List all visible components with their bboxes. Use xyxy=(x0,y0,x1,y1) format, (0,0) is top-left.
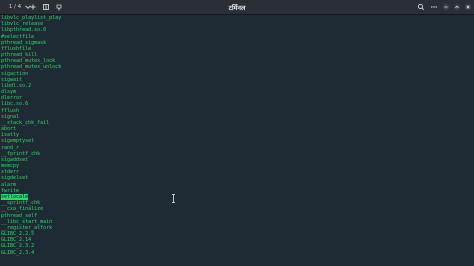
search-icon[interactable] xyxy=(415,0,427,14)
terminal-line-text: setlocale xyxy=(1,193,29,200)
terminal-output[interactable]: libvlc_playlist_play libvlc_release libpth… xyxy=(0,15,474,266)
terminal-line-text: stderr xyxy=(1,169,20,176)
terminal-line-text: signal xyxy=(1,113,20,120)
terminal-line-text: libdl.so.2 xyxy=(1,82,32,89)
terminal-line-text: pthread_sigmask xyxy=(1,39,47,46)
terminal-line-text: pthread_kill xyxy=(1,52,38,59)
titlebar: 1 / 4 टर्मिनल xyxy=(0,0,474,15)
split-view-icon[interactable] xyxy=(40,0,52,14)
terminal-line-text: pthread_mutex_unlock xyxy=(1,64,62,71)
terminal-line-text: GLIBC_2.2.5 xyxy=(1,231,35,238)
terminal-line-text: dlsym xyxy=(1,89,17,96)
terminal-line-text: abort xyxy=(1,126,17,133)
terminal-line-text: __fprintf_chk xyxy=(1,150,41,157)
terminal-line-text: sigaddset xyxy=(1,156,29,163)
terminal-line-text: __sprintf_chk xyxy=(1,200,41,207)
terminal-window: 1 / 4 टर्मिनल libvlc_playlist_play libvl… xyxy=(0,0,474,266)
text-cursor-icon xyxy=(172,194,175,203)
terminal-line: GLIBC_2.3.4 xyxy=(0,250,474,256)
terminal-line-text: libvlc_playlist_play xyxy=(1,15,62,21)
pin-icon[interactable] xyxy=(53,0,65,14)
terminal-line-text: fflushfile xyxy=(1,45,32,52)
terminal-line-text: __libc_start_main xyxy=(1,218,53,225)
terminal-line-text: fwrite xyxy=(1,187,20,194)
terminal-line-text: __register_atfork xyxy=(1,224,53,231)
terminal-line-text: GLIBC_2.3.4 xyxy=(1,249,35,256)
terminal-line-text: GLIBC_2.14 xyxy=(1,237,32,244)
window-title: टर्मिनल xyxy=(228,3,246,12)
terminal-line-text: #selectfile xyxy=(1,33,35,40)
terminal-line-text: memcpy xyxy=(1,163,20,170)
terminal-line-text: libc.so.6 xyxy=(1,101,29,108)
terminal-line-text: rand_r xyxy=(1,144,20,151)
terminal-line-text: sigdelset xyxy=(1,175,29,182)
terminal-line-text: sigwait xyxy=(1,76,23,83)
close-icon[interactable] xyxy=(462,0,474,14)
terminal-line-text: libvlc_release xyxy=(1,21,44,28)
terminal-line-text: isatty xyxy=(1,132,20,139)
terminal-line-text: GLIBC_2.3.2 xyxy=(1,243,35,250)
more-icon[interactable] xyxy=(428,0,440,14)
terminal-line-text: sigemptyset xyxy=(1,138,35,145)
terminal-line-text: alarm xyxy=(1,181,17,188)
terminal-line-text: pthread_mutex_lock xyxy=(1,58,56,65)
terminal-line-text: dlerror xyxy=(1,95,23,102)
terminal-line-text: fflush xyxy=(1,107,20,114)
plus-icon[interactable] xyxy=(27,0,39,14)
terminal-line-text: sigaction xyxy=(1,70,29,77)
terminal-line-text: pthread_self xyxy=(1,212,38,219)
terminal-line-text: __cxa_finalize xyxy=(1,206,44,213)
terminal-line-text: libpthread.so.0 xyxy=(1,27,47,34)
terminal-line-text: __stack_chk_fail xyxy=(1,119,50,126)
